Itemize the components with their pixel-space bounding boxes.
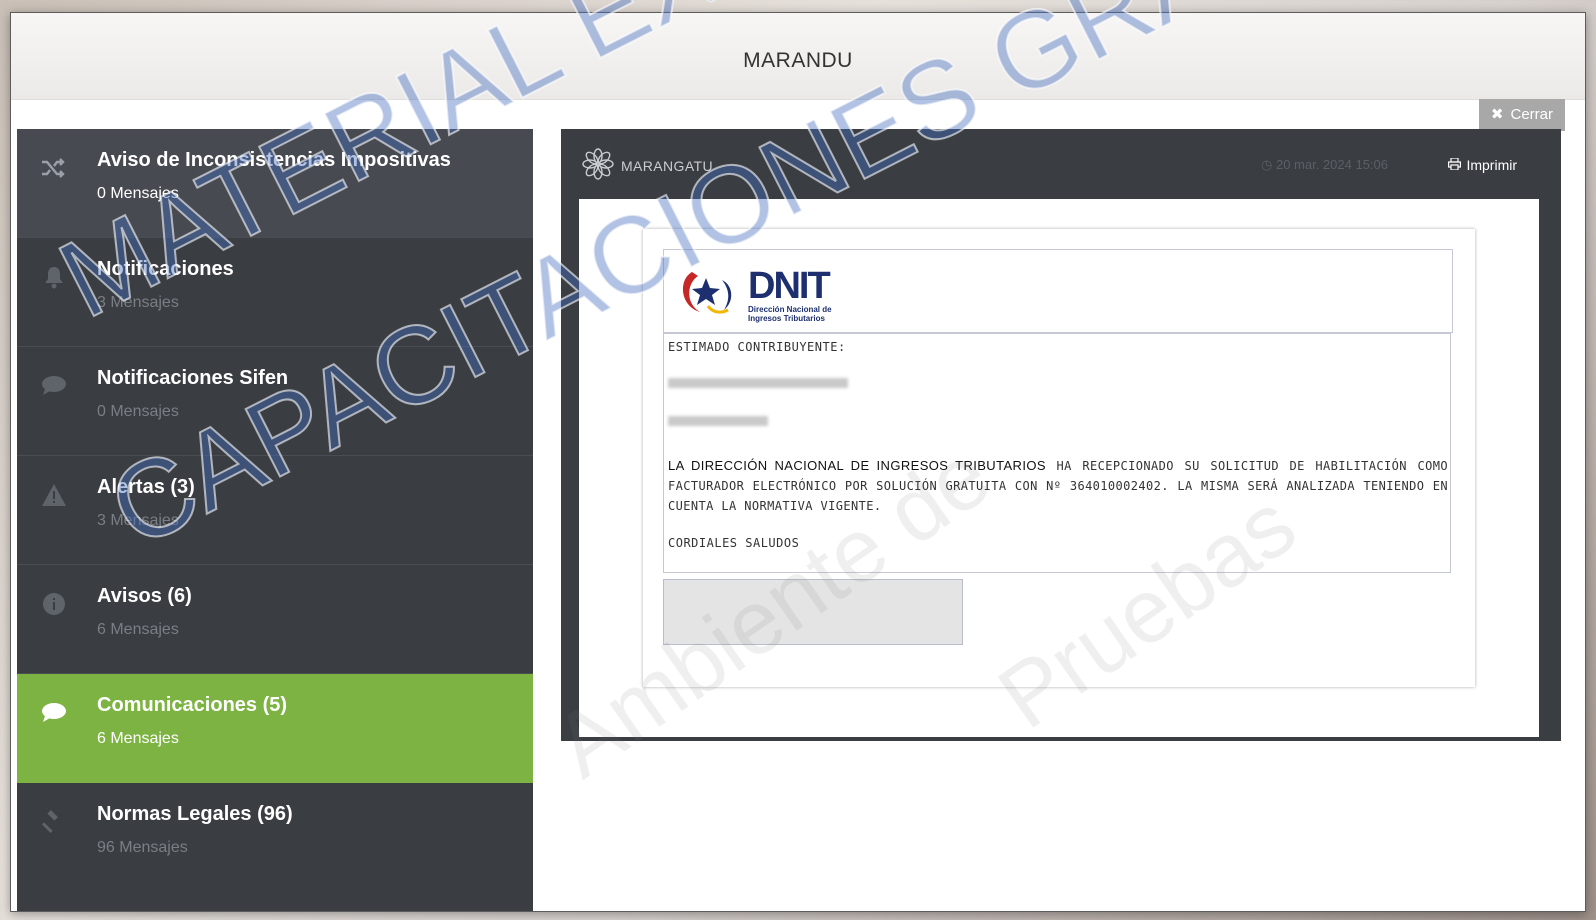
greeting-text: ESTIMADO CONTRIBUYENTE: (668, 340, 846, 354)
print-label: Imprimir (1466, 157, 1517, 173)
info-icon (41, 591, 67, 617)
dnit-logo: DNIT Dirección Nacional de Ingresos Trib… (678, 266, 832, 323)
sidebar-item-count: 96 Mensajes (97, 839, 188, 856)
clock-icon: ◷ (1261, 157, 1276, 172)
sidebar-item-count: 0 Mensajes (97, 403, 179, 420)
sidebar-item-alertas[interactable]: Alertas (3) 3 Mensajes (17, 456, 533, 565)
chat-icon (41, 700, 67, 726)
dnit-emblem-icon (678, 266, 742, 323)
comment-icon (41, 373, 67, 399)
sidebar-item-label: Normas Legales (96) (97, 803, 293, 825)
logo-word: DNIT (748, 264, 831, 307)
sidebar-item-label: Aviso de Inconsistencias Impositivas (97, 149, 451, 171)
sidebar-item-count: 3 Mensajes (97, 294, 179, 311)
close-button[interactable]: ✖ Cerrar (1478, 99, 1565, 131)
redacted-name (668, 378, 848, 388)
sidebar-item-count: 6 Mensajes (97, 621, 179, 638)
sidebar-item-avisos[interactable]: Avisos (6) 6 Mensajes (17, 565, 533, 674)
signature-placeholder (663, 579, 963, 645)
printer-icon (1448, 157, 1462, 173)
message-viewer: MARANGATU ◷ 20 mar. 2024 15:06 Imprimir (561, 129, 1561, 741)
message-org: LA DIRECCIÓN NACIONAL DE INGRESOS TRIBUT… (668, 458, 1046, 473)
shuffle-icon (41, 155, 67, 181)
close-icon: ✖ (1490, 106, 1504, 123)
sidebar-item-count: 0 Mensajes (97, 185, 179, 202)
logo-text: DNIT Dirección Nacional de Ingresos Trib… (748, 267, 832, 323)
logo-sub2: Ingresos Tributarios (748, 313, 825, 323)
gavel-icon (41, 809, 67, 835)
sidebar-item-aviso-inconsistencias[interactable]: Aviso de Inconsistencias Impositivas 0 M… (17, 129, 533, 238)
message-body: LA DIRECCIÓN NACIONAL DE INGRESOS TRIBUT… (668, 456, 1448, 516)
logo-sub1: Dirección Nacional de (748, 304, 832, 314)
sidebar-item-label: Avisos (6) (97, 585, 192, 607)
sidebar-item-count: 6 Mensajes (97, 730, 179, 747)
closing-text: CORDIALES SALUDOS (668, 536, 800, 550)
document-area: DNIT Dirección Nacional de Ingresos Trib… (579, 199, 1539, 737)
title-bar: MARANDU (11, 13, 1585, 100)
message-date: ◷ 20 mar. 2024 15:06 (1261, 157, 1388, 173)
sidebar-item-notificaciones[interactable]: Notificaciones 3 Mensajes (17, 238, 533, 347)
redacted-id (668, 416, 768, 426)
warning-icon (41, 482, 67, 508)
print-button[interactable]: Imprimir (1442, 156, 1523, 174)
logo-box: DNIT Dirección Nacional de Ingresos Trib… (663, 249, 1453, 333)
sidebar-item-label: Notificaciones Sifen (97, 367, 289, 389)
close-label: Cerrar (1510, 106, 1553, 123)
bell-icon (41, 264, 67, 290)
sidebar-item-comunicaciones[interactable]: Comunicaciones (5) 6 Mensajes (17, 674, 533, 783)
marangatu-brand: MARANGATU (581, 147, 713, 184)
viewer-header: MARANGATU ◷ 20 mar. 2024 15:06 Imprimir (561, 129, 1561, 199)
sidebar-item-label: Comunicaciones (5) (97, 694, 288, 716)
brand-name: MARANGATU (621, 157, 714, 174)
sidebar-item-normas-legales[interactable]: Normas Legales (96) 96 Mensajes (17, 783, 533, 892)
window-title: MARANDU (743, 49, 853, 72)
sidebar-item-notificaciones-sifen[interactable]: Notificaciones Sifen 0 Mensajes (17, 347, 533, 456)
sidebar-item-label: Alertas (3) (97, 476, 195, 498)
message-box: ESTIMADO CONTRIBUYENTE: LA DIRECCIÓN NAC… (663, 333, 1451, 573)
flower-logo-icon (581, 147, 615, 184)
marandu-window: MARANDU ✖ Cerrar Aviso de Inconsistencia… (10, 12, 1586, 912)
sidebar-item-label: Notificaciones (97, 258, 234, 280)
message-date-text: 20 mar. 2024 15:06 (1275, 157, 1388, 172)
sidebar: Aviso de Inconsistencias Impositivas 0 M… (17, 129, 533, 911)
document-paper: DNIT Dirección Nacional de Ingresos Trib… (643, 229, 1475, 687)
sidebar-item-count: 3 Mensajes (97, 512, 179, 529)
